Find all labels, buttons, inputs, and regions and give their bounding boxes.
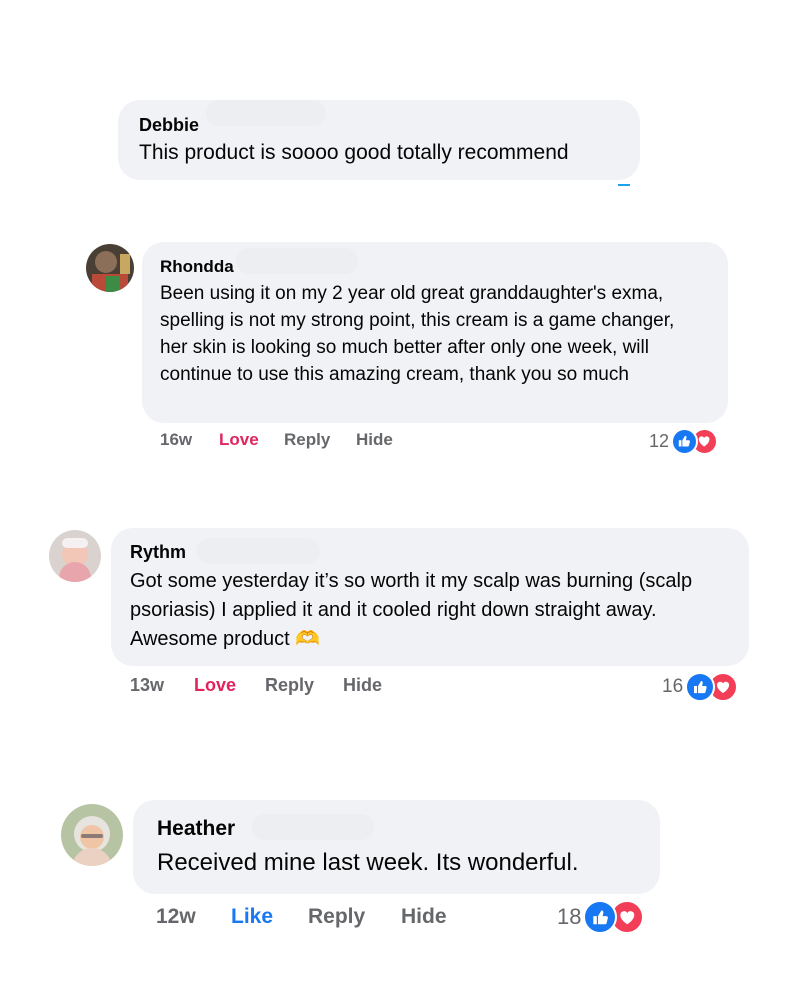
comment-timestamp: 13w: [130, 675, 165, 695]
comment-timestamp: 16w: [160, 430, 193, 449]
comment-text: This product is soooo good totally recom…: [139, 141, 569, 164]
reaction-count: 18: [557, 904, 582, 929]
hide-button[interactable]: Hide: [356, 430, 393, 450]
reaction-summary[interactable]: 12: [649, 428, 719, 455]
comment-text: Been using it on my 2 year old great gra…: [160, 283, 675, 385]
reply-button[interactable]: Reply: [265, 675, 314, 696]
comment-text: Received mine last week. Its wonderful.: [157, 849, 579, 876]
like-icon: [671, 428, 699, 455]
redacted-name: [206, 100, 326, 126]
avatar[interactable]: [61, 804, 123, 866]
hide-button[interactable]: Hide: [401, 905, 447, 929]
divider: [618, 184, 630, 186]
reply-button[interactable]: Reply: [308, 905, 365, 929]
comment-text: Got some yesterday it’s so worth it my s…: [130, 570, 693, 650]
reaction-summary[interactable]: 16: [662, 672, 739, 702]
comment-bubble-heather: Heather Received mine last week. Its won…: [133, 800, 660, 894]
redacted-name: [252, 814, 374, 840]
love-reaction-button[interactable]: Love: [219, 430, 259, 450]
reaction-summary[interactable]: 18: [557, 900, 645, 934]
comment-timestamp: 12w: [156, 905, 196, 928]
like-button[interactable]: Like: [231, 905, 273, 929]
reaction-count: 16: [662, 676, 684, 697]
redacted-name: [236, 248, 358, 274]
avatar[interactable]: [86, 244, 134, 292]
like-icon: [685, 672, 716, 702]
comment-bubble-rhondda: Rhondda Been using it on my 2 year old g…: [142, 242, 728, 423]
redacted-name: [196, 538, 320, 564]
avatar[interactable]: [49, 530, 101, 582]
hide-button[interactable]: Hide: [343, 675, 382, 696]
comment-bubble-debbie: Debbie This product is soooo good totall…: [118, 100, 640, 180]
commenter-name[interactable]: Heather: [157, 817, 660, 841]
reaction-count: 12: [649, 431, 670, 451]
love-reaction-button[interactable]: Love: [194, 675, 236, 696]
reply-button[interactable]: Reply: [284, 430, 330, 450]
like-icon: [583, 900, 618, 934]
